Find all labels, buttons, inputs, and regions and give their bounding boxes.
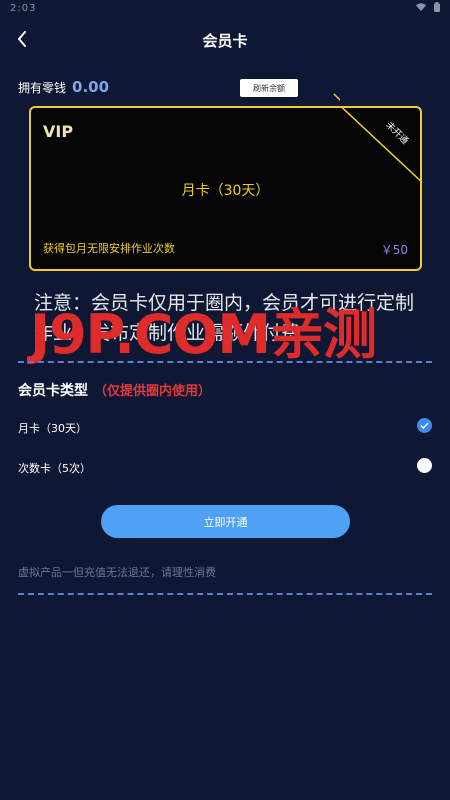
option-monthly-card[interactable]: 月卡（30天） <box>18 414 432 440</box>
vip-label: VIP <box>43 122 74 141</box>
option-count-card[interactable]: 次数卡（5次） <box>18 454 432 480</box>
refresh-balance-button[interactable]: 刷新余额 <box>240 79 298 97</box>
option-label: 次数卡（5次） <box>18 462 91 475</box>
status-bar: 2:03 <box>0 0 450 18</box>
status-icons <box>415 2 440 13</box>
card-type-title: 会员卡类型 <box>18 383 88 399</box>
card-type-note: （仅提供圈内使用） <box>94 384 212 399</box>
disclaimer-text: 虚拟产品一但充值无法退还，请理性消费 <box>18 566 216 579</box>
radio-unchecked-icon[interactable] <box>417 458 432 473</box>
card-price: ￥50 <box>380 243 408 257</box>
card-plan-name: 月卡（30天） <box>181 183 270 199</box>
balance-label: 拥有零钱 <box>18 80 67 95</box>
card-type-heading: 会员卡类型 （仅提供圈内使用） <box>18 380 211 400</box>
battery-icon <box>434 2 440 12</box>
balance-row: 拥有零钱 0.00 <box>18 78 109 96</box>
card-description: 获得包月无限安排作业次数 <box>43 242 175 255</box>
open-now-button[interactable]: 立即开通 <box>101 505 350 538</box>
divider <box>18 361 432 363</box>
vip-card[interactable]: VIP 未开通 月卡（30天） 获得包月无限安排作业次数 ￥50 <box>29 106 422 271</box>
page-title: 会员卡 <box>202 32 248 50</box>
nav-bar: 会员卡 <box>0 22 450 58</box>
divider <box>18 593 432 595</box>
balance-value: 0.00 <box>72 78 110 96</box>
option-label: 月卡（30天） <box>18 422 87 435</box>
status-time: 2:03 <box>10 3 37 14</box>
wifi-icon <box>415 2 426 11</box>
radio-checked-icon[interactable] <box>417 418 432 433</box>
watermark-text: J9P.COM亲测 <box>30 303 377 366</box>
